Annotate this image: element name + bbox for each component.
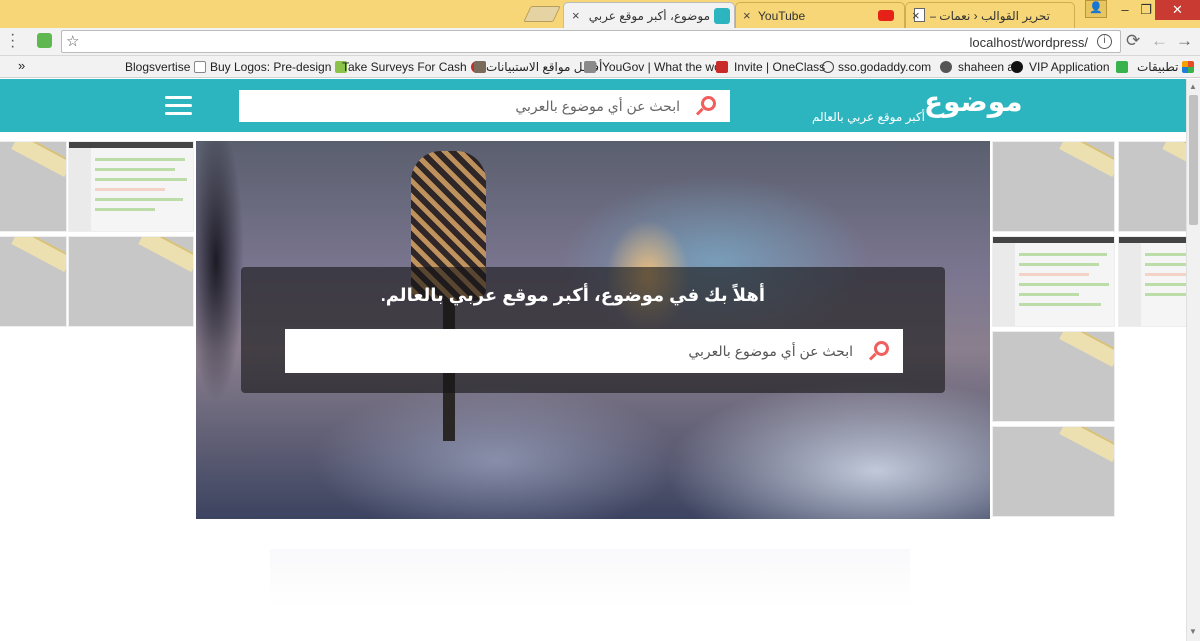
bookmark-label: تطبيقات	[1137, 60, 1179, 74]
tab-strip: تحرير القوالب ‹ نعمات — × YouTube × موضو…	[0, 0, 1200, 28]
broken-image-thumb	[68, 236, 194, 327]
apps-grid-icon	[1182, 61, 1195, 73]
page-viewport: ابحث عن أي موضوع بالعربي موضوع أكبر موقع…	[0, 79, 1186, 641]
tab-youtube[interactable]: YouTube ×	[735, 2, 905, 28]
tab-mawdoo3[interactable]: موضوع، أكبر موقع عربي بالعالم ×	[563, 2, 735, 28]
back-icon[interactable]: ←	[1151, 31, 1168, 51]
new-tab-button[interactable]	[523, 6, 561, 22]
page-screenshot-thumb	[1118, 236, 1186, 327]
bookmark-label: VIP Application	[1029, 60, 1110, 74]
page-screenshot-thumb	[992, 236, 1115, 327]
extension-icon[interactable]	[37, 33, 52, 48]
site-icon	[474, 61, 486, 73]
bookmark-take-surveys[interactable]: Take Surveys For Cash	[342, 60, 483, 74]
hero-search-panel: أهلاً بك في موضوع، أكبر موقع عربي بالعال…	[241, 267, 945, 393]
site-header: ابحث عن أي موضوع بالعربي موضوع أكبر موقع…	[0, 79, 1186, 132]
mawdoo3-favicon	[714, 8, 730, 24]
broken-image-thumb	[0, 141, 67, 232]
bookmark-yougov[interactable]: YouGov | What the wo	[584, 60, 721, 74]
bookmark-label: Buy Logos: Pre-design	[210, 60, 332, 74]
hero-search-input[interactable]: ابحث عن أي موضوع بالعربي	[285, 329, 903, 373]
bookmark-label: Take Surveys For Cash	[342, 60, 467, 74]
broken-image-thumb	[1118, 141, 1186, 232]
site-logo[interactable]: موضوع	[924, 85, 1023, 118]
broken-image-thumb	[992, 331, 1115, 422]
forward-icon[interactable]: →	[1176, 31, 1193, 51]
scroll-down-icon[interactable]: ▼	[1189, 627, 1197, 636]
bookmark-blogsvertise[interactable]: Blogsvertise	[125, 60, 207, 74]
bookmark-label: sso.godaddy.com	[838, 60, 932, 74]
broken-image-thumb	[992, 426, 1115, 517]
scroll-up-icon[interactable]: ▲	[1189, 82, 1197, 91]
address-bar[interactable]: ☆ localhost/wordpress/ i	[61, 30, 1121, 53]
search-placeholder: ابحث عن أي موضوع بالعربي	[515, 98, 680, 114]
bookmark-survey-sites[interactable]: أفضل مواقع الاستبيانات	[470, 60, 602, 74]
f-icon	[1011, 61, 1023, 73]
page-screenshot-thumb	[68, 141, 194, 232]
close-icon[interactable]: ×	[743, 8, 751, 23]
tab-title: تحرير القوالب ‹ نعمات —	[930, 9, 1050, 23]
tab-editor[interactable]: تحرير القوالب ‹ نعمات — ×	[905, 2, 1075, 28]
bookmark-apps[interactable]: تطبيقات	[1137, 60, 1195, 74]
page-icon	[194, 61, 207, 73]
page-scrollbar[interactable]: ▲ ▼	[1186, 79, 1200, 641]
broken-image-thumb	[992, 141, 1115, 232]
bookmark-star-icon[interactable]: ☆	[66, 32, 79, 50]
bookmark-vip[interactable]: VIP Application	[1011, 60, 1128, 74]
search-icon[interactable]	[868, 341, 889, 361]
bookmark-label: Invite | OneClass	[734, 60, 826, 74]
bookmark-buy-logos[interactable]: Buy Logos: Pre-design	[210, 60, 348, 74]
menu-icon[interactable]: · · ·	[10, 27, 15, 55]
info-icon[interactable]: i	[1097, 34, 1112, 49]
bookmarks-overflow-button[interactable]: »	[18, 58, 25, 73]
close-icon[interactable]: ×	[572, 8, 580, 23]
close-window-button[interactable]: ✕	[1155, 0, 1200, 20]
scroll-thumb[interactable]	[1189, 95, 1198, 225]
yougov-icon	[716, 61, 728, 73]
hamburger-menu-icon[interactable]	[165, 96, 192, 116]
faded-content-placeholder	[270, 549, 910, 609]
browser-toolbar: · · · ☆ localhost/wordpress/ i ⟳ ← →	[0, 27, 1200, 56]
bookmarks-bar: » Blogsvertise Buy Logos: Pre-design Tak…	[0, 56, 1200, 78]
bookmark-label: shaheen a	[958, 60, 1015, 74]
oneclass-icon	[822, 61, 834, 73]
search-placeholder: ابحث عن أي موضوع بالعربي	[688, 343, 853, 359]
tab-title: موضوع، أكبر موقع عربي بالعالم	[585, 9, 710, 23]
url-text: localhost/wordpress/	[969, 35, 1089, 50]
hero-title: أهلاً بك في موضوع، أكبر موقع عربي بالعال…	[380, 285, 765, 305]
bookmark-label: Blogsvertise	[125, 60, 191, 74]
bookmark-shaheen[interactable]: shaheen a	[940, 60, 1014, 74]
site-tagline: أكبر موقع عربي بالعالم	[812, 110, 925, 124]
bookmark-oneclass[interactable]: Invite | OneClass	[716, 60, 825, 74]
header-search-input[interactable]: ابحث عن أي موضوع بالعربي	[239, 90, 730, 122]
profile-icon[interactable]: 👤	[1085, 0, 1107, 18]
vip-icon	[1115, 61, 1128, 73]
bookmark-godaddy[interactable]: sso.godaddy.com	[822, 60, 931, 74]
reload-icon[interactable]: ⟳	[1126, 31, 1140, 51]
avatar-icon	[584, 61, 596, 73]
search-icon[interactable]	[695, 96, 716, 116]
bookmark-label: YouGov | What the wo	[602, 60, 721, 74]
broken-image-thumb	[0, 236, 67, 327]
godaddy-icon	[940, 61, 952, 73]
close-icon[interactable]: ×	[912, 8, 920, 23]
hero-banner: أهلاً بك في موضوع، أكبر موقع عربي بالعال…	[196, 141, 990, 519]
tab-title: YouTube	[758, 9, 806, 23]
